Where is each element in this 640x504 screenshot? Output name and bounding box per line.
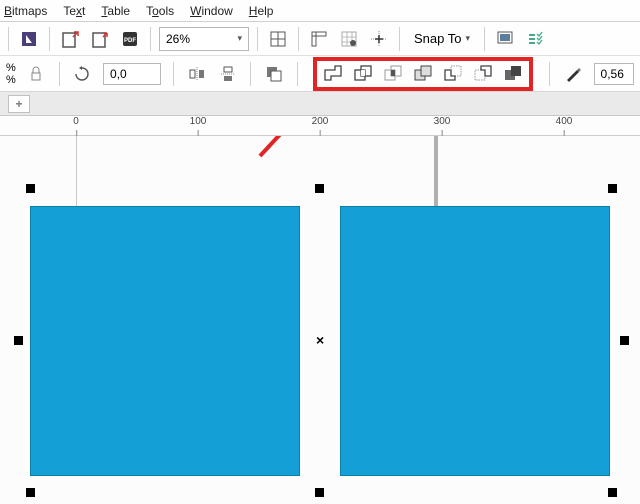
mirror-h-icon[interactable] [186, 62, 207, 86]
zoom-value: 26% [166, 32, 190, 46]
rectangle-object[interactable] [340, 206, 610, 476]
pct-label: % [6, 74, 16, 86]
annotation-arrow [250, 136, 350, 176]
menu-help[interactable]: Help [249, 4, 274, 18]
separator [173, 62, 174, 86]
pdf-icon[interactable]: PDF [118, 27, 142, 51]
snap-label: Snap To [414, 31, 461, 46]
separator [257, 27, 258, 51]
mirror-v-icon[interactable] [217, 62, 238, 86]
publish-icon[interactable] [17, 27, 41, 51]
selection-handle[interactable] [620, 336, 629, 345]
separator [399, 27, 400, 51]
chevron-down-icon: ▾ [465, 33, 470, 44]
zoom-select[interactable]: 26% ▾ [159, 27, 249, 51]
ruler-tick: 0 [73, 116, 79, 127]
separator [59, 62, 60, 86]
add-tab-button[interactable]: + [8, 95, 30, 113]
rotation-value: 0,0 [110, 67, 127, 81]
toolbar-main: PDF 26% ▾ Snap To ▾ [0, 22, 640, 56]
horizontal-ruler[interactable]: 0 100 200 300 400 [0, 116, 640, 136]
selection-handle[interactable] [315, 488, 324, 497]
options-icon-1[interactable] [493, 27, 517, 51]
outline-value: 0,56 [601, 67, 624, 81]
rotation-input[interactable]: 0,0 [103, 63, 161, 85]
selection-handle[interactable] [608, 488, 617, 497]
order-icon[interactable] [263, 62, 284, 86]
simplify-button[interactable] [411, 62, 435, 86]
ruler-tick: 200 [312, 116, 329, 127]
menu-window[interactable]: Window [190, 4, 233, 18]
separator [298, 27, 299, 51]
vertical-guide[interactable] [434, 136, 438, 206]
snap-to-dropdown[interactable]: Snap To ▾ [408, 27, 476, 51]
grid-icon[interactable] [337, 27, 361, 51]
intersect-button[interactable] [381, 62, 405, 86]
ruler-tick: 400 [556, 116, 573, 127]
rulers-icon[interactable] [307, 27, 331, 51]
guidelines-icon[interactable] [367, 27, 391, 51]
menu-table[interactable]: Table [101, 4, 130, 18]
separator [484, 27, 485, 51]
menu-bitmaps[interactable]: BBitmapsitmaps [4, 4, 47, 18]
ruler-tick: 100 [190, 116, 207, 127]
document-tab-bar: + [0, 92, 640, 116]
separator [549, 62, 550, 86]
trim-button[interactable] [351, 62, 375, 86]
front-minus-back-button[interactable] [441, 62, 465, 86]
separator [250, 62, 251, 86]
menu-tools[interactable]: Tools [146, 4, 174, 18]
selection-handle[interactable] [315, 184, 324, 193]
separator [150, 27, 151, 51]
selection-handle[interactable] [14, 336, 23, 345]
outline-pen-icon[interactable] [562, 62, 583, 86]
menubar: BBitmapsitmaps Text Table Tools Window H… [0, 0, 640, 22]
selection-handle[interactable] [26, 488, 35, 497]
selection-handle[interactable] [26, 184, 35, 193]
import-icon[interactable] [58, 27, 82, 51]
separator [297, 62, 298, 86]
back-minus-front-button[interactable] [471, 62, 495, 86]
plus-icon: + [15, 97, 22, 111]
full-screen-icon[interactable] [266, 27, 290, 51]
ruler-tick: 300 [434, 116, 451, 127]
shaping-tools-highlight [313, 57, 533, 91]
separator [49, 27, 50, 51]
weld-button[interactable] [321, 62, 345, 86]
rectangle-object[interactable] [30, 206, 300, 476]
export-icon[interactable] [88, 27, 112, 51]
svg-text:PDF: PDF [124, 38, 136, 44]
property-bar: % % 0,0 [0, 56, 640, 92]
lock-ratio-icon[interactable] [26, 62, 47, 86]
separator [8, 27, 9, 51]
pct-label: % [6, 62, 16, 74]
selection-center-mark: × [316, 332, 324, 348]
menu-text[interactable]: Text [63, 4, 85, 18]
rotate-icon[interactable] [72, 62, 93, 86]
chevron-down-icon: ▾ [237, 33, 242, 44]
boundary-button[interactable] [501, 62, 525, 86]
vertical-guide[interactable] [76, 136, 77, 206]
options-icon-2[interactable] [523, 27, 547, 51]
outline-width-input[interactable]: 0,56 [594, 63, 634, 85]
selection-handle[interactable] [608, 184, 617, 193]
scale-percent: % % [6, 62, 16, 86]
canvas-area[interactable]: × [0, 136, 640, 504]
